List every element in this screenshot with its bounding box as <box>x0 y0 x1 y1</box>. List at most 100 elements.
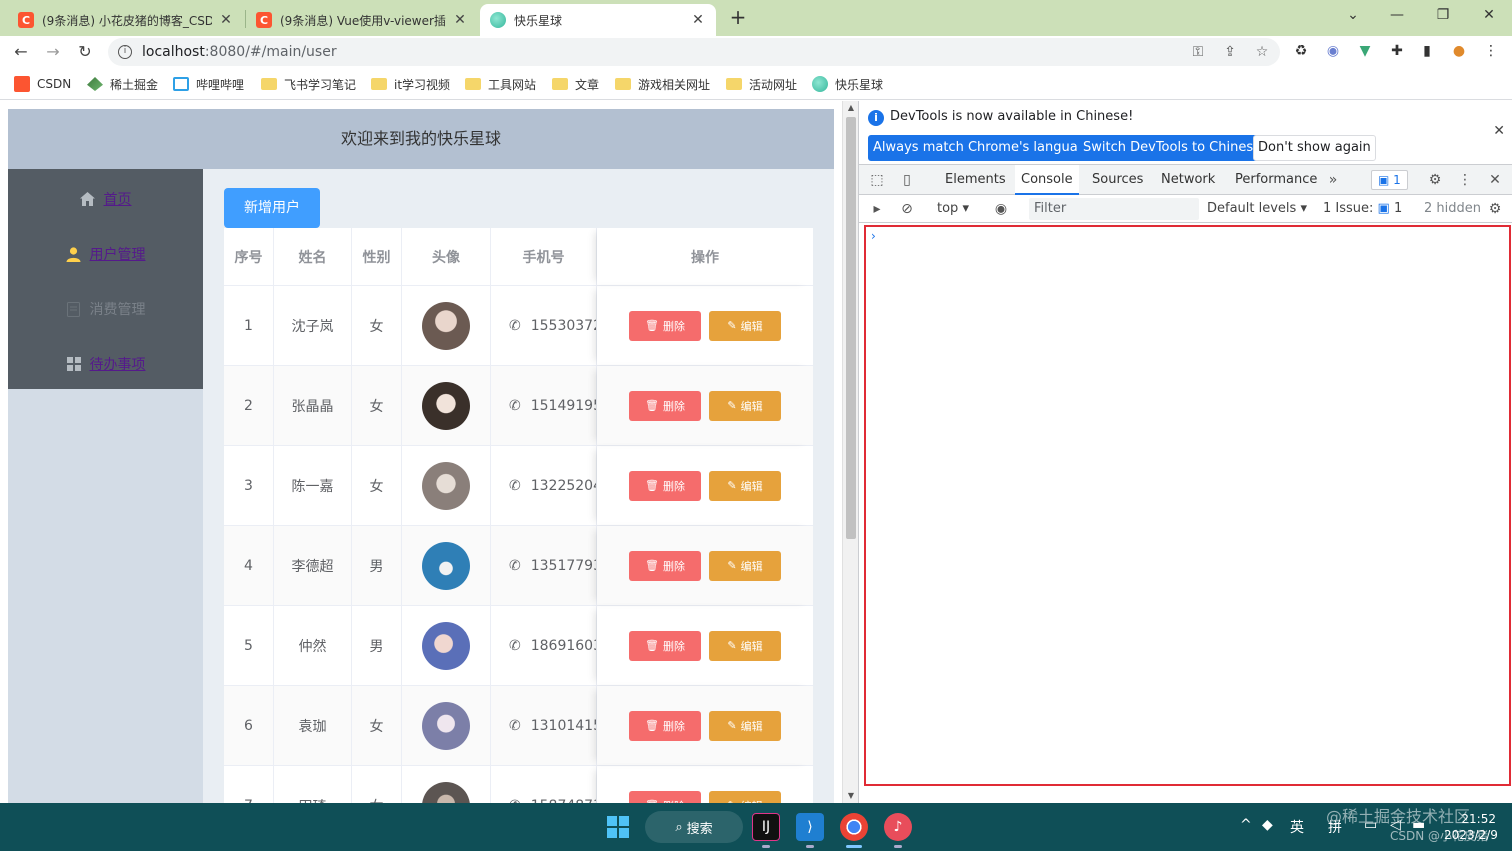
edit-button[interactable]: ✎编辑 <box>709 710 781 741</box>
chrome-icon[interactable] <box>840 813 868 841</box>
restore-icon[interactable]: ❐ <box>1420 0 1466 32</box>
ime-language[interactable]: 英 <box>1290 817 1304 837</box>
console-settings-icon[interactable]: ⚙ <box>1485 199 1505 219</box>
delete-button[interactable]: 🗑删除 <box>629 710 701 741</box>
vue-devtools-icon[interactable]: ▼ <box>1354 40 1376 62</box>
sidebar-item-users[interactable]: 用户管理 <box>8 226 203 282</box>
bookmark-folder[interactable]: it学习视频 <box>371 75 450 93</box>
edit-button[interactable]: ✎编辑 <box>709 310 781 341</box>
bookmark-planet[interactable]: 快乐星球 <box>812 75 883 93</box>
delete-button[interactable]: 🗑删除 <box>629 390 701 421</box>
log-levels-dropdown[interactable]: Default levels ▾ <box>1207 201 1307 216</box>
delete-button[interactable]: 🗑删除 <box>629 790 701 803</box>
console-prompt[interactable]: › <box>871 229 876 243</box>
switch-chinese-button[interactable]: Switch DevTools to Chinese <box>1078 135 1267 161</box>
recycle-extension-icon[interactable]: ♻ <box>1290 40 1312 62</box>
bookmark-folder[interactable]: 工具网站 <box>465 75 536 93</box>
defender-shield-icon[interactable]: ◆ <box>1262 817 1273 833</box>
close-icon[interactable]: ✕ <box>690 12 706 28</box>
more-options-icon[interactable]: ⋮ <box>1455 170 1475 190</box>
netease-music-icon[interactable]: ♪ <box>884 813 912 841</box>
star-icon[interactable]: ☆ <box>1252 42 1272 62</box>
tab-sources[interactable]: Sources <box>1086 165 1149 195</box>
bookmark-bilibili[interactable]: 哔哩哔哩 <box>173 75 244 93</box>
add-user-button[interactable]: 新增用户 <box>224 188 320 228</box>
tab-performance[interactable]: Performance <box>1229 165 1323 195</box>
issues-badge[interactable]: ▣ 1 <box>1371 170 1408 190</box>
sidebar-toggle-icon[interactable]: ▸ <box>867 199 887 219</box>
settings-gear-icon[interactable]: ⚙ <box>1425 170 1445 190</box>
avatar[interactable] <box>422 461 470 510</box>
bookmark-juejin[interactable]: 稀土掘金 <box>87 75 158 93</box>
console-output[interactable]: › <box>864 225 1511 786</box>
more-tabs-icon[interactable]: » <box>1323 170 1343 190</box>
edit-button[interactable]: ✎编辑 <box>709 630 781 661</box>
tab-network[interactable]: Network <box>1155 165 1221 195</box>
more-menu-icon[interactable]: ⋮ <box>1480 40 1502 62</box>
tab-search-icon[interactable]: ⌄ <box>1330 0 1376 32</box>
reload-icon[interactable]: ↻ <box>72 40 98 64</box>
side-panel-icon[interactable]: ▮ <box>1416 40 1438 62</box>
clear-console-icon[interactable]: ⊘ <box>897 199 917 219</box>
browser-tab-3[interactable]: 快乐星球 ✕ <box>480 4 716 36</box>
scroll-down-icon[interactable]: ▼ <box>843 789 859 803</box>
avatar[interactable] <box>422 781 470 803</box>
windows-start-icon[interactable] <box>604 813 632 841</box>
browser-tab-1[interactable]: C (9条消息) 小花皮猪的博客_CSDN ✕ <box>8 4 244 36</box>
delete-button[interactable]: 🗑删除 <box>629 470 701 501</box>
scroll-up-icon[interactable]: ▲ <box>843 101 859 115</box>
bookmark-folder[interactable]: 飞书学习笔记 <box>261 75 356 93</box>
close-devtools-icon[interactable]: ✕ <box>1485 170 1505 190</box>
delete-button[interactable]: 🗑删除 <box>629 310 701 341</box>
tab-elements[interactable]: Elements <box>939 165 1012 195</box>
match-language-button[interactable]: Always match Chrome's language <box>868 135 1099 161</box>
taskbar-search[interactable]: ⌕ 搜索 <box>645 811 743 843</box>
inspect-element-icon[interactable]: ⬚ <box>867 170 887 190</box>
window-close-icon[interactable]: ✕ <box>1466 0 1512 32</box>
avatar[interactable] <box>422 701 470 750</box>
new-tab-button[interactable]: + <box>726 6 750 30</box>
delete-button[interactable]: 🗑删除 <box>629 630 701 661</box>
device-toolbar-icon[interactable]: ▯ <box>897 170 917 190</box>
page-scrollbar[interactable]: ▲ ▼ <box>842 101 858 803</box>
avatar[interactable] <box>422 621 470 670</box>
profile-avatar-icon[interactable]: ● <box>1448 40 1470 62</box>
close-icon[interactable]: ✕ <box>452 12 468 28</box>
issues-link[interactable]: 1 Issue: ▣ 1 <box>1323 201 1402 216</box>
delete-button[interactable]: 🗑删除 <box>629 550 701 581</box>
scrollbar-thumb[interactable] <box>846 117 856 539</box>
browser-tab-2[interactable]: C (9条消息) Vue使用v-viewer插件 ✕ <box>246 4 478 36</box>
globe-extension-icon[interactable]: ◉ <box>1322 40 1344 62</box>
eye-icon[interactable]: ◉ <box>991 199 1011 219</box>
forward-icon[interactable]: → <box>40 40 66 64</box>
bookmark-folder[interactable]: 游戏相关网址 <box>615 75 710 93</box>
close-icon[interactable]: ✕ <box>218 12 234 28</box>
bookmark-csdn[interactable]: CSDN <box>14 75 71 93</box>
bookmark-folder[interactable]: 文章 <box>552 75 599 93</box>
minimize-icon[interactable]: — <box>1374 0 1420 32</box>
avatar[interactable] <box>422 381 470 430</box>
avatar[interactable] <box>422 541 470 590</box>
edit-button[interactable]: ✎编辑 <box>709 550 781 581</box>
close-icon[interactable]: ✕ <box>1493 123 1505 139</box>
context-selector[interactable]: top ▾ <box>937 201 969 216</box>
key-icon[interactable]: ⚿ <box>1188 42 1208 62</box>
console-filter-input[interactable]: Filter <box>1029 198 1199 220</box>
avatar[interactable] <box>422 301 470 350</box>
intellij-icon[interactable]: IJ <box>752 813 780 841</box>
edit-button[interactable]: ✎编辑 <box>709 470 781 501</box>
site-info-icon[interactable]: i <box>118 45 132 59</box>
edit-button[interactable]: ✎编辑 <box>709 390 781 421</box>
chevron-up-icon[interactable]: ^ <box>1240 817 1252 833</box>
address-bar[interactable]: i localhost:8080/#/main/user ⚿ ⇪ ☆ <box>108 38 1280 66</box>
edit-button[interactable]: ✎编辑 <box>709 790 781 803</box>
back-icon[interactable]: ← <box>8 40 34 64</box>
share-icon[interactable]: ⇪ <box>1220 42 1240 62</box>
sidebar-item-todo[interactable]: 待办事项 <box>8 336 203 392</box>
dont-show-again-button[interactable]: Don't show again <box>1253 135 1376 161</box>
extensions-puzzle-icon[interactable]: ✚ <box>1386 40 1408 62</box>
tab-console[interactable]: Console <box>1015 165 1079 195</box>
vscode-icon[interactable]: ⟩ <box>796 813 824 841</box>
bookmark-folder[interactable]: 活动网址 <box>726 75 797 93</box>
sidebar-item-home[interactable]: 首页 <box>8 171 203 227</box>
